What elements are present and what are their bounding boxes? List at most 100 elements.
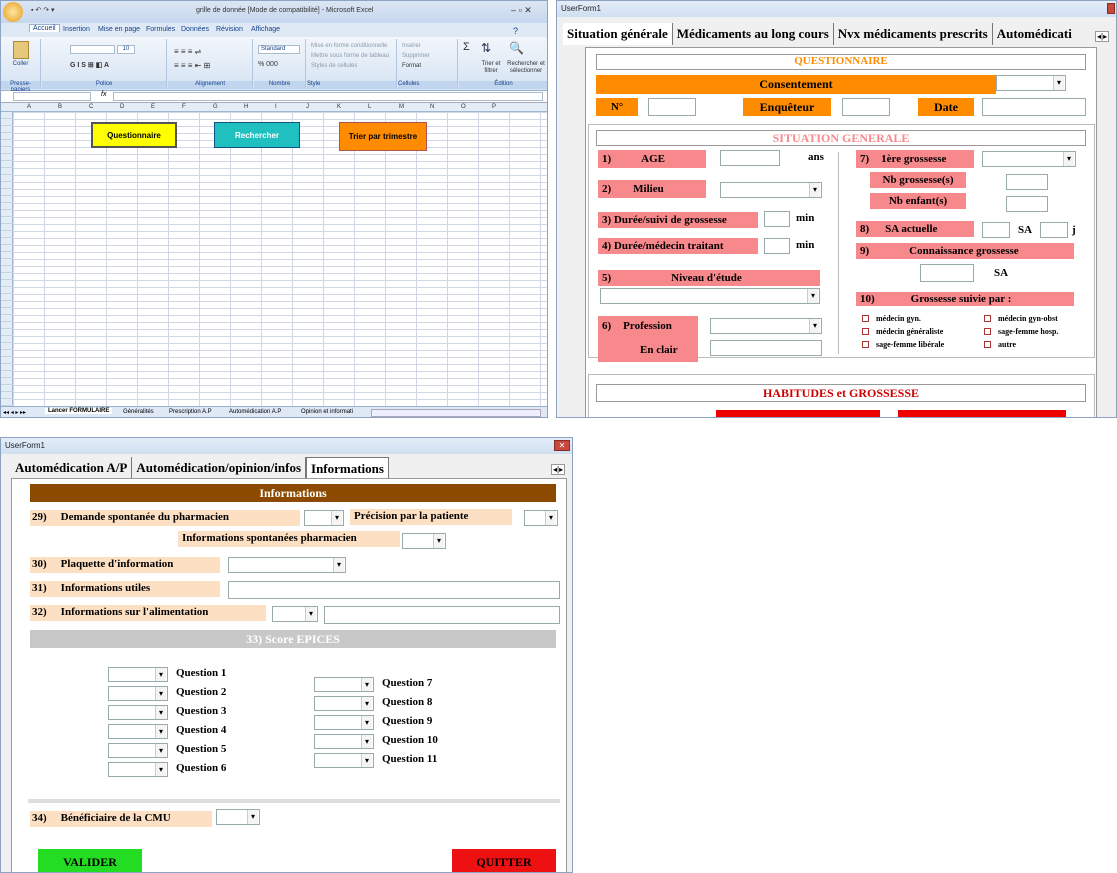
number-icons[interactable]: % 000 [258, 61, 278, 68]
find-select-label[interactable]: Rechercher et sélectionner [505, 61, 547, 75]
tab-informations[interactable]: Informations [306, 457, 389, 479]
age-input[interactable] [720, 150, 780, 166]
row-header[interactable] [1, 329, 13, 336]
row-header[interactable] [1, 140, 13, 147]
row-header[interactable] [1, 133, 13, 140]
tab-mise-en-page[interactable]: Mise en page [98, 26, 140, 33]
nb-enfants-input[interactable] [1006, 196, 1048, 212]
epices-combo[interactable] [108, 724, 168, 739]
row-header[interactable] [1, 336, 13, 343]
row-header[interactable] [1, 196, 13, 203]
font-format-buttons[interactable]: G I S ⊞ ◧ A [70, 61, 109, 69]
row-header[interactable] [1, 217, 13, 224]
row-header[interactable] [1, 399, 13, 406]
close-icon[interactable]: ✕ [554, 440, 570, 451]
tab-formules[interactable]: Formules [146, 26, 175, 33]
column-header[interactable]: E [151, 104, 155, 110]
utiles-input[interactable] [228, 581, 560, 599]
quick-access-icons[interactable]: ▪ ↶ ↷ ▾ [31, 6, 55, 14]
tab-affichage[interactable]: Affichage [251, 26, 280, 33]
column-header[interactable]: L [368, 104, 371, 110]
sheet-tab-automedication[interactable]: Automédication A.P [229, 409, 281, 415]
trier-trimestre-button[interactable]: Trier par trimestre [339, 122, 427, 151]
epices-combo[interactable] [108, 667, 168, 682]
checkbox-medecin-generaliste[interactable] [862, 328, 869, 335]
paste-label[interactable]: Coller [1, 61, 40, 67]
row-header[interactable] [1, 343, 13, 350]
delete-button[interactable]: Supprimer [402, 53, 430, 59]
help-icon[interactable]: ? [513, 26, 518, 36]
tab-automedication-ap[interactable]: Automédication A/P [11, 457, 133, 479]
epices-combo[interactable] [314, 696, 374, 711]
epices-combo[interactable] [314, 734, 374, 749]
connaissance-input[interactable] [920, 264, 974, 282]
epices-combo[interactable] [314, 715, 374, 730]
row-header[interactable] [1, 210, 13, 217]
column-header[interactable]: N [430, 104, 434, 110]
tab-automedication-opinion[interactable]: Automédication/opinion/infos [132, 457, 307, 479]
row-header[interactable] [1, 287, 13, 294]
row-header[interactable] [1, 308, 13, 315]
row-header[interactable] [1, 378, 13, 385]
row-header[interactable] [1, 371, 13, 378]
row-header[interactable] [1, 161, 13, 168]
column-header[interactable]: A [27, 104, 31, 110]
number-format-box[interactable]: Standard [258, 45, 300, 54]
column-header[interactable]: G [213, 104, 218, 110]
column-header[interactable]: M [399, 104, 404, 110]
row-header[interactable] [1, 385, 13, 392]
tab-donnees[interactable]: Données [181, 26, 209, 33]
checkbox-medecin-gyn[interactable] [862, 315, 869, 322]
column-header[interactable]: I [275, 104, 277, 110]
name-box[interactable] [13, 92, 91, 101]
row-header[interactable] [1, 203, 13, 210]
plaquette-combo[interactable] [228, 557, 346, 573]
tab-medicaments-long-cours[interactable]: Médicaments au long cours [673, 23, 834, 45]
cond-format-button[interactable]: Mise en forme conditionnelle [311, 43, 387, 49]
tab-revision[interactable]: Révision [216, 26, 243, 33]
milieu-combo[interactable] [720, 182, 822, 198]
numero-input[interactable] [648, 98, 696, 116]
column-header[interactable]: D [120, 104, 124, 110]
checkbox-autre[interactable] [984, 341, 991, 348]
sort-filter-icon[interactable]: ⇅ [481, 41, 491, 55]
row-header[interactable] [1, 168, 13, 175]
checkbox-sage-femme-hosp[interactable] [984, 328, 991, 335]
table-format-button[interactable]: Mettre sous forme de tableau [311, 53, 389, 59]
paste-icon[interactable] [12, 41, 29, 59]
insert-button[interactable]: Insérer [402, 43, 421, 49]
sheet-tab-opinion[interactable]: Opinion et informati [301, 409, 353, 415]
row-header[interactable] [1, 224, 13, 231]
tab-scroll-arrows[interactable]: ◂|▸ [1095, 31, 1110, 42]
align-icons-2[interactable]: ≡ ≡ ≡ ⇤ ⊞ [174, 61, 210, 70]
row-header[interactable] [1, 154, 13, 161]
row-header[interactable] [1, 245, 13, 252]
duree-suivi-input[interactable] [764, 211, 790, 227]
epices-combo[interactable] [108, 762, 168, 777]
row-header[interactable] [1, 273, 13, 280]
row-header[interactable] [1, 126, 13, 133]
premiere-combo[interactable] [982, 151, 1076, 167]
column-header[interactable]: H [244, 104, 248, 110]
row-header[interactable] [1, 119, 13, 126]
alimentation-input[interactable] [324, 606, 560, 624]
tab-nvx-medicaments[interactable]: Nvx médicaments prescrits [834, 23, 993, 45]
checkbox-medecin-gyn-obst[interactable] [984, 315, 991, 322]
epices-combo[interactable] [108, 743, 168, 758]
epices-combo[interactable] [314, 753, 374, 768]
sheet-tab-lancer[interactable]: Lancer FORMULAIRE [45, 408, 113, 414]
column-header[interactable]: J [306, 104, 309, 110]
close-icon[interactable] [1107, 3, 1115, 14]
row-header[interactable] [1, 259, 13, 266]
row-header[interactable] [1, 322, 13, 329]
column-header[interactable]: C [89, 104, 93, 110]
enqueteur-input[interactable] [842, 98, 890, 116]
rechercher-button[interactable]: Rechercher [214, 122, 300, 148]
row-header[interactable] [1, 175, 13, 182]
niveau-combo[interactable] [600, 288, 820, 304]
formula-input[interactable] [113, 92, 543, 101]
row-header[interactable] [1, 301, 13, 308]
font-name-box[interactable] [70, 45, 115, 54]
habitudes-red-button-2[interactable] [898, 410, 1066, 417]
tab-insertion[interactable]: Insertion [63, 26, 90, 33]
